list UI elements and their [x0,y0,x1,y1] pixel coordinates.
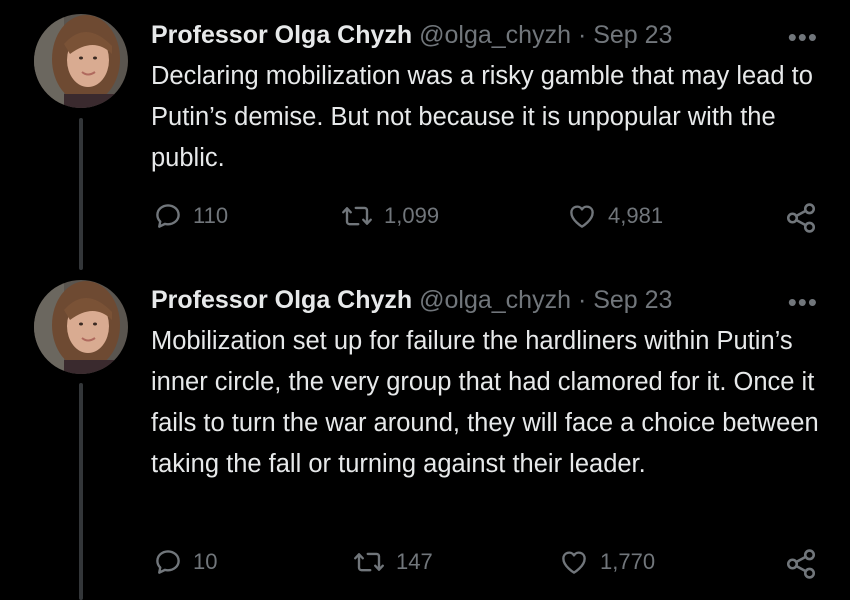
retweet-count: 147 [396,549,433,574]
author-name[interactable]: Professor Olga Chyzh [151,286,412,314]
tweet-header: Professor Olga Chyzh @olga_chyzh · Sep 2… [151,285,672,315]
share-icon [786,549,816,579]
reply-icon [156,550,180,574]
avatar[interactable] [34,280,128,374]
avatar[interactable] [34,14,128,108]
retweet-icon [342,206,372,226]
like-icon [570,205,594,228]
tweet-text: Declaring mobilization was a risky gambl… [151,62,813,172]
tweet-header: Professor Olga Chyzh @olga_chyzh · Sep 2… [151,20,672,50]
like-count: 1,770 [600,549,656,574]
share-button[interactable] [784,201,818,235]
reply-button[interactable]: 110 [153,201,228,231]
tweet-date[interactable]: Sep 23 [593,286,672,314]
author-name[interactable]: Professor Olga Chyzh [151,21,412,49]
separator: · [577,21,587,49]
reply-count: 110 [193,203,229,228]
share-button[interactable] [784,547,818,581]
reply-button[interactable]: 10 [153,547,217,577]
more-options-icon[interactable]: ••• [788,289,818,315]
author-handle[interactable]: @olga_chyzh [419,286,571,314]
tweet-text: Mobilization set up for failure the hard… [151,327,819,478]
like-button[interactable]: 1,770 [558,547,655,577]
retweet-button[interactable]: 147 [352,547,433,577]
reply-icon [156,204,180,228]
profile-photo [34,280,128,374]
retweet-button[interactable]: 1,099 [340,201,439,231]
like-button[interactable]: 4,981 [566,201,663,231]
tweet-actions: 10 147 1,770 [0,547,850,581]
separator: · [577,286,587,314]
retweet-icon [354,552,384,572]
like-count: 4,981 [608,203,664,228]
tweet-date[interactable]: Sep 23 [593,21,672,49]
tweet-actions: 110 1,099 4,981 [0,201,850,235]
retweet-count: 1,099 [384,203,440,228]
profile-photo [34,14,128,108]
thread-line [79,118,83,270]
more-options-icon[interactable]: ••• [788,24,818,50]
author-handle[interactable]: @olga_chyzh [419,21,571,49]
reply-count: 10 [193,549,218,574]
share-icon [786,203,816,233]
like-icon [562,551,586,574]
